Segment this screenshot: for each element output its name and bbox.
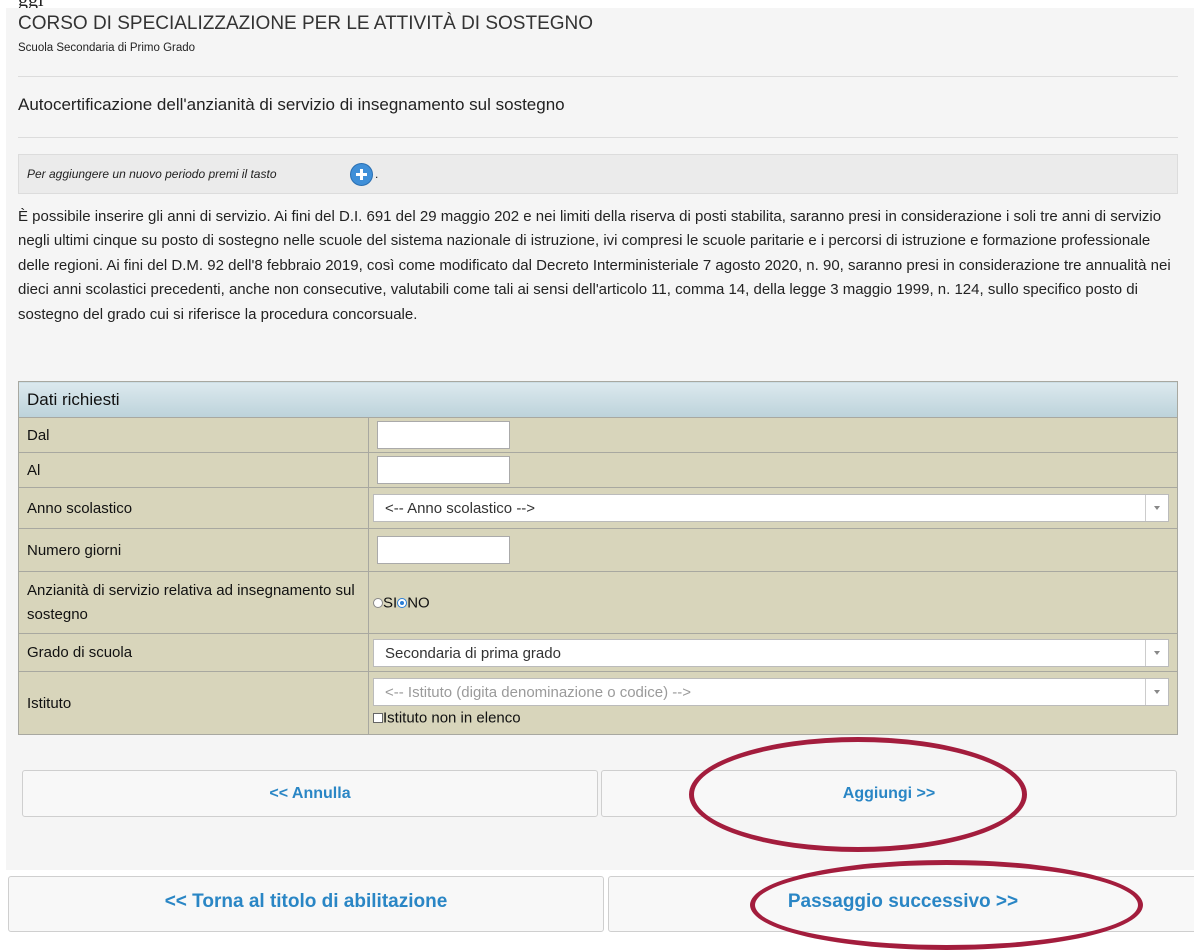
chevron-down-icon[interactable] — [1145, 639, 1168, 666]
hint-suffix: . — [375, 167, 379, 181]
radio-si[interactable] — [373, 597, 383, 608]
hint-box: Per aggiungere un nuovo periodo premi il… — [18, 154, 1178, 194]
label-numero-giorni: Numero giorni — [18, 528, 369, 572]
cell-anno-scolastico: <-- Anno scolastico --> — [368, 487, 1178, 529]
radio-no[interactable] — [397, 597, 408, 608]
course-title: CORSO DI SPECIALIZZAZIONE PER LE ATTIVIT… — [18, 13, 594, 34]
passaggio-successivo-button-label: Passaggio successivo >> — [787, 891, 1019, 912]
cell-dal — [368, 417, 1178, 453]
istituto-non-in-elenco-label: Istituto non in elenco — [383, 709, 521, 727]
anno-scolastico-value: <-- Anno scolastico --> — [385, 500, 536, 517]
label-dal: Dal — [18, 417, 369, 453]
row-numero-giorni: Numero giorni — [18, 528, 1178, 572]
form-table: Dati richiesti Dal Al Anno scolastico <-… — [18, 381, 1178, 735]
row-anno-scolastico: Anno scolastico <-- Anno scolastico --> — [18, 487, 1178, 529]
radio-no-label: NO — [407, 594, 430, 612]
chevron-down-icon[interactable] — [1145, 495, 1168, 521]
numero-giorni-input[interactable] — [377, 536, 510, 564]
cell-grado-scuola: Secondaria di prima grado — [368, 633, 1178, 672]
row-istituto: Istituto <-- Istituto (digita denominazi… — [18, 671, 1178, 735]
row-grado-scuola: Grado di scuola Secondaria di prima grad… — [18, 633, 1178, 672]
al-date-input[interactable] — [377, 456, 510, 484]
divider — [18, 137, 1178, 138]
istituto-non-in-elenco: Istituto non in elenco — [373, 709, 1169, 727]
row-anzianita: Anzianità di servizio relativa ad insegn… — [18, 571, 1178, 634]
annulla-button-label: << Annulla — [269, 785, 351, 802]
dal-date-input[interactable] — [377, 421, 510, 449]
divider — [18, 76, 1178, 77]
label-grado-scuola: Grado di scuola — [18, 633, 369, 672]
row-dal: Dal — [18, 417, 1178, 453]
istituto-select[interactable]: <-- Istituto (digita denominazione o cod… — [373, 678, 1169, 707]
aggiungi-button[interactable]: Aggiungi >> — [601, 770, 1177, 817]
istituto-placeholder: <-- Istituto (digita denominazione o cod… — [385, 684, 691, 702]
torna-button[interactable]: << Torna al titolo di abilitazione — [8, 876, 604, 932]
grado-scuola-select[interactable]: Secondaria di prima grado — [373, 638, 1169, 667]
info-paragraph: È possibile inserire gli anni di servizi… — [18, 208, 1171, 323]
form-heading-row: Dati richiesti — [18, 381, 1178, 418]
plus-circle-icon[interactable] — [350, 163, 373, 186]
cell-istituto: <-- Istituto (digita denominazione o cod… — [368, 671, 1178, 735]
grado-scuola-value: Secondaria di prima grado — [385, 644, 561, 662]
cell-numero-giorni — [368, 528, 1178, 572]
cell-anzianita: SI NO — [368, 571, 1178, 634]
cell-al — [368, 452, 1178, 488]
radio-si-label: SI — [383, 594, 398, 612]
label-al: Al — [18, 452, 369, 488]
istituto-non-in-elenco-checkbox[interactable] — [373, 713, 383, 724]
label-anno-scolastico: Anno scolastico — [18, 487, 369, 529]
chevron-down-icon[interactable] — [1145, 679, 1168, 706]
passaggio-successivo-button[interactable]: Passaggio successivo >> — [608, 876, 1194, 932]
aggiungi-button-label: Aggiungi >> — [842, 785, 936, 802]
annulla-button[interactable]: << Annulla — [22, 770, 598, 817]
torna-button-label: << Torna al titolo di abilitazione — [164, 891, 448, 912]
hint-text: Per aggiungere un nuovo periodo premi il… — [27, 167, 277, 181]
form-heading: Dati richiesti — [18, 381, 1178, 418]
label-anzianita: Anzianità di servizio relativa ad insegn… — [18, 571, 369, 634]
row-al: Al — [18, 452, 1178, 488]
section-title: Autocertificazione dell'anzianità di ser… — [18, 95, 565, 114]
label-istituto: Istituto — [18, 671, 369, 735]
anno-scolastico-select[interactable]: <-- Anno scolastico --> — [373, 494, 1169, 522]
course-subtitle: Scuola Secondaria di Primo Grado — [18, 42, 196, 54]
